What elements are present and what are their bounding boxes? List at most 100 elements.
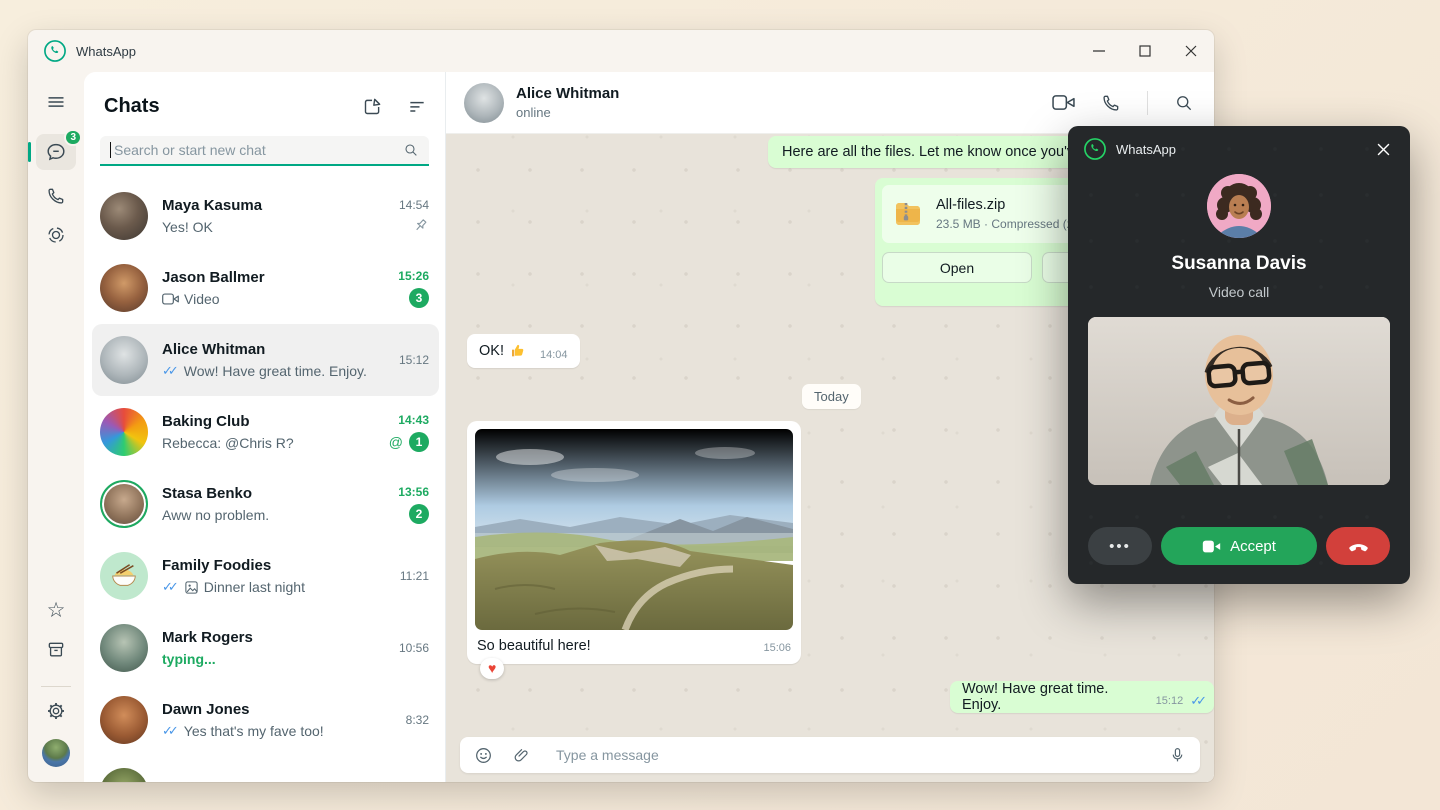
chat-preview: Dinner last night (204, 578, 305, 596)
chat-list: Maya Kasuma Yes! OK 14:54 Jason Ballmer (84, 178, 445, 782)
paperclip-icon (513, 746, 530, 765)
contact-name[interactable]: Alice Whitman (516, 85, 619, 102)
archive-icon (46, 640, 66, 660)
pinned-icon (412, 217, 429, 234)
new-chat-button[interactable] (362, 96, 383, 117)
filter-icon (407, 96, 427, 116)
window-title: WhatsApp (76, 44, 136, 59)
caller-video-preview (1088, 317, 1390, 485)
chat-preview: Yes! OK (162, 218, 213, 236)
attach-button[interactable] (513, 746, 530, 765)
message-input[interactable] (556, 747, 1169, 763)
chat-time: 11:21 (400, 569, 429, 583)
photo-thumbnail[interactable] (475, 429, 793, 630)
dismiss-call-popup-button[interactable] (1370, 136, 1396, 162)
avatar (100, 624, 148, 672)
chat-row-mark-rogers[interactable]: Mark Rogers typing... 10:56 (92, 612, 439, 684)
chat-name: Mark Rogers (162, 628, 389, 647)
nav-status-button[interactable] (36, 217, 76, 253)
more-dots-icon: ••• (1109, 538, 1131, 555)
chat-bubble-icon (45, 141, 67, 163)
chat-row-baking-club[interactable]: Baking Club Rebecca: @Chris R? 14:43 @ 1 (92, 396, 439, 468)
chat-row-maya-kasuma[interactable]: Maya Kasuma Yes! OK 14:54 (92, 180, 439, 252)
video-camera-icon (1052, 93, 1075, 112)
page-title: Chats (104, 95, 362, 118)
avatar (100, 408, 148, 456)
phone-icon (46, 186, 66, 206)
search-in-chat-button[interactable] (1174, 93, 1194, 113)
menu-button[interactable] (46, 92, 66, 112)
nav-rail: 3 ☆ (28, 72, 84, 782)
chat-preview: Video (184, 290, 220, 308)
avatar (100, 696, 148, 744)
video-call-button[interactable] (1052, 93, 1075, 112)
date-divider: Today (802, 384, 861, 409)
open-file-button[interactable]: Open (882, 252, 1032, 283)
chat-row-stasa-benko[interactable]: Stasa Benko Aww no problem. 13:56 2 (92, 468, 439, 540)
popup-app-name: WhatsApp (1116, 142, 1176, 157)
avatar (100, 264, 148, 312)
whatsapp-window: WhatsApp 3 (28, 30, 1214, 782)
call-more-options-button[interactable]: ••• (1088, 527, 1152, 565)
close-button[interactable] (1168, 30, 1214, 72)
avatar (100, 552, 148, 600)
unread-badge: 1 (409, 432, 429, 452)
chat-name: Baking Club (162, 412, 379, 431)
message-text: Wow! Have great time. Enjoy. (962, 681, 1146, 713)
chat-preview: Rebecca: @Chris R? (162, 434, 294, 452)
nav-starred-button[interactable]: ☆ (47, 600, 66, 621)
message-reaction[interactable]: ♥ (480, 658, 504, 679)
avatar (100, 192, 148, 240)
chat-row-alice-whitman[interactable]: Alice Whitman ✓✓Wow! Have great time. En… (92, 324, 439, 396)
filter-chats-button[interactable] (407, 96, 427, 116)
accept-call-button[interactable]: Accept (1161, 527, 1317, 565)
whatsapp-logo-icon (44, 40, 66, 62)
titlebar: WhatsApp (28, 30, 1214, 72)
decline-call-button[interactable] (1326, 527, 1390, 565)
emoji-button[interactable] (474, 746, 493, 765)
nav-profile-button[interactable] (42, 739, 70, 767)
chat-name: Jason Ballmer (162, 268, 388, 287)
nav-calls-button[interactable] (36, 178, 76, 214)
read-ticks-icon: ✓✓ (1190, 693, 1202, 709)
read-ticks-icon: ✓✓ (162, 362, 179, 380)
chat-time: 15:26 (398, 269, 429, 283)
unread-badge: 2 (409, 504, 429, 524)
chat-name: Stasa Benko (162, 484, 388, 503)
nav-chats-button[interactable]: 3 (36, 134, 76, 170)
photo-caption: So beautiful here! (477, 638, 763, 654)
contact-avatar[interactable] (464, 83, 504, 123)
contact-status: online (516, 105, 619, 120)
chats-panel: Chats (84, 72, 446, 782)
typing-indicator: typing... (162, 650, 216, 668)
profile-avatar (42, 739, 70, 767)
message-photo[interactable]: So beautiful here! 15:06 (467, 421, 801, 664)
chat-row-ziggy-woodley[interactable]: Ziggy Woodley 9:12 (92, 756, 439, 782)
chat-time: 13:56 (398, 485, 429, 499)
whatsapp-logo-icon (1084, 138, 1106, 160)
avatar-with-status-ring (100, 480, 148, 528)
minimize-button[interactable] (1076, 30, 1122, 72)
message-outgoing-wow[interactable]: Wow! Have great time. Enjoy. 15:12 ✓✓ (950, 681, 1214, 713)
unread-badge: 3 (409, 288, 429, 308)
search-input[interactable] (114, 142, 403, 158)
message-incoming-ok[interactable]: OK! 14:04 (467, 334, 580, 368)
mountain-landscape-image (475, 429, 793, 630)
maximize-button[interactable] (1122, 30, 1168, 72)
search-icon (1174, 93, 1194, 113)
voice-call-button[interactable] (1101, 93, 1121, 113)
file-meta: 23.5 MB · Compressed (zipp (936, 217, 1089, 231)
new-chat-icon (362, 96, 383, 117)
chat-row-family-foodies[interactable]: Family Foodies ✓✓ Dinner last night 11:2… (92, 540, 439, 612)
chat-row-dawn-jones[interactable]: Dawn Jones ✓✓Yes that's my fave too! 8:3… (92, 684, 439, 756)
search-icon (403, 142, 419, 158)
read-ticks-icon: ✓✓ (162, 722, 179, 740)
nav-archived-button[interactable] (46, 640, 66, 660)
caller-avatar-illustration (1207, 174, 1271, 238)
hamburger-icon (46, 92, 66, 112)
voice-record-button[interactable] (1169, 745, 1186, 765)
mention-icon: @ (389, 434, 403, 450)
chat-row-jason-ballmer[interactable]: Jason Ballmer Video 15:26 3 (92, 252, 439, 324)
emoji-icon (474, 746, 493, 765)
nav-settings-button[interactable] (46, 701, 66, 721)
